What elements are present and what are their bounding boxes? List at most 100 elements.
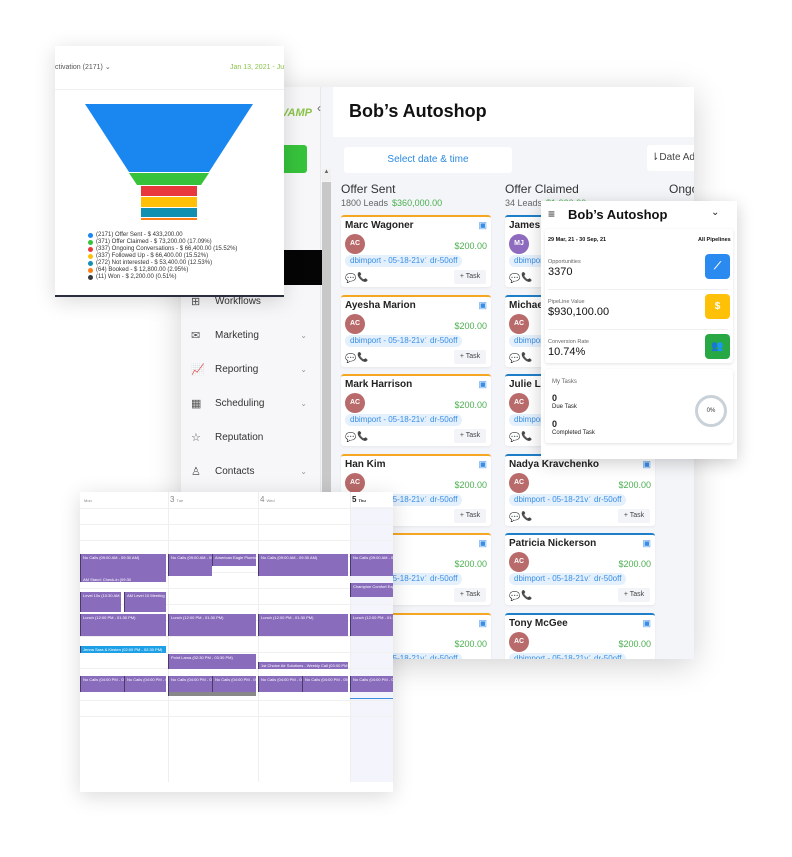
phone-icon[interactable]: 📞	[357, 272, 368, 283]
tag-chip[interactable]: dr-50off	[425, 334, 463, 347]
calendar-event[interactable]: AM Level 10 Meeting (10:30 AM - 12:00 PM…	[124, 592, 166, 612]
phone-icon[interactable]: 📞	[357, 431, 368, 442]
calendar-event[interactable]: Champion Comfort Experts - Weekly Call	[350, 583, 393, 597]
calendar-add-icon[interactable]: ▣	[642, 618, 651, 629]
add-task-button[interactable]: + Task	[454, 429, 486, 443]
tag-chip[interactable]: dbimport - 05-18-21v1	[345, 334, 434, 347]
chat-icon[interactable]: 💬	[509, 432, 520, 443]
calendar-event[interactable]: No Calls (04:00 PM - 05:00 PM)	[350, 676, 393, 692]
chat-icon[interactable]: 💬	[345, 432, 356, 443]
lead-card[interactable]: Nadya Kravchenko ▣ AC $200.00 dbimport - 05-…	[505, 453, 655, 526]
calendar-add-icon[interactable]: ▣	[642, 459, 651, 470]
calendar-add-icon[interactable]: ▣	[478, 538, 487, 549]
date-range[interactable]: 29 Mar, 21 - 30 Sep, 21	[548, 237, 606, 243]
tag-chip[interactable]: dbimport - 05-18-21v1	[509, 573, 598, 585]
calendar-event[interactable]: No Calls (09:00 AM - 09:30 AM)	[168, 554, 212, 576]
phone-icon[interactable]: 📞	[521, 352, 532, 363]
add-task-button[interactable]: + Task	[454, 270, 486, 284]
lead-name[interactable]: Marc Wagoner	[345, 220, 414, 231]
lead-name[interactable]: Patricia Nickerson	[509, 538, 596, 549]
sidebar-item-contacts[interactable]: ♙ Contacts ⌄	[189, 461, 319, 481]
chat-icon[interactable]: 💬	[345, 273, 356, 284]
tag-chip[interactable]: dr-50off	[425, 255, 463, 267]
phone-icon[interactable]: 📞	[521, 511, 532, 522]
lead-name[interactable]: Mark Harrison	[345, 379, 412, 390]
calendar-event[interactable]: American Eagle Plumbing (09:00 AM -	[212, 554, 256, 566]
lead-card[interactable]: Tony McGee ▣ AC $200.00 dbimport - 05-18-21v…	[505, 612, 655, 659]
sidebar-item-scheduling[interactable]: ▦ Scheduling ⌄	[189, 393, 319, 413]
scroll-up-arrow[interactable]: ▲	[322, 169, 331, 181]
day-header[interactable]: 3 Tue	[170, 495, 183, 504]
pipeline-select[interactable]: ctivation (2171) ⌄	[55, 63, 111, 71]
tag-chip[interactable]: dr-50off	[425, 493, 463, 506]
tag-chip[interactable]: dr-50off	[425, 652, 463, 659]
sidebar-item-reputation[interactable]: ☆ Reputation	[189, 427, 319, 447]
lead-name[interactable]: Ayesha Marion	[345, 300, 416, 311]
tag-chip[interactable]: dr-50off	[589, 573, 627, 585]
calendar-add-icon[interactable]: ▣	[478, 300, 487, 311]
phone-icon[interactable]: 📞	[521, 272, 532, 283]
tag-chip[interactable]: dbimport - 05-18-21v1	[509, 652, 598, 659]
calendar-event[interactable]: No Calls (04:00 PM - 05:00 PM)	[258, 676, 302, 692]
calendar-event[interactable]: No Calls (09:00 AM - 09:30 AM)	[80, 554, 166, 576]
lead-name[interactable]: Tony McGee	[509, 618, 568, 629]
lead-card[interactable]: Ayesha Marion ▣ AC $200.00 dbimport - 05-18-…	[341, 294, 491, 367]
tag-chip[interactable]: dbimport - 05-18-21v1	[345, 255, 434, 267]
tag-chip[interactable]: dr-50off	[425, 414, 463, 426]
calendar-event[interactable]: No Calls (04:00 PM - 05:00 PM)	[212, 676, 256, 692]
calendar-add-icon[interactable]: ▣	[478, 618, 487, 629]
calendar-add-icon[interactable]: ▣	[478, 379, 487, 390]
day-header[interactable]: 5 Thu	[352, 495, 366, 504]
chat-icon[interactable]: 💬	[509, 512, 520, 523]
calendar-event[interactable]: No Calls (09:00 AM - 09:30 AM)	[258, 554, 348, 576]
lead-name[interactable]: Han Kim	[345, 459, 386, 470]
calendar-event[interactable]: No Calls (04:00 PM - 05:00 PM)	[168, 676, 212, 692]
chat-icon[interactable]: 💬	[345, 353, 356, 364]
calendar-event[interactable]: Point Lama (02:30 PM - 03:30 PM)	[168, 654, 256, 669]
chevron-down-icon[interactable]: ⌄	[711, 207, 719, 218]
sidebar-item-marketing[interactable]: ✉ Marketing ⌄	[189, 325, 319, 345]
calendar-add-icon[interactable]: ▣	[642, 538, 651, 549]
tag-chip[interactable]: dbimport - 05-18-21v1	[509, 493, 598, 506]
pipeline-filter[interactable]: All Pipelines	[698, 237, 731, 243]
calendar-event[interactable]: No Calls (04:00 PM - 05:00 PM)	[302, 676, 348, 692]
tag-chip[interactable]: dr-50off	[589, 493, 627, 506]
tag-chip[interactable]: dbimport - 05-18-21v1	[345, 414, 434, 426]
calendar-event[interactable]: No Calls (04:00 PM - 05:00 PM)	[124, 676, 166, 692]
calendar-event[interactable]: Level 10s (10:30 AM - 12:00 PM)	[80, 592, 121, 612]
select-date-button[interactable]: Select date & time	[344, 147, 512, 173]
calendar-event[interactable]: Lunch (12:00 PM - 01:30 PM)	[80, 614, 166, 636]
calendar-event[interactable]: Lunch (12:00 PM - 01:30 PM)	[350, 614, 393, 636]
lead-card[interactable]: Marc Wagoner ▣ AC $200.00 dbimport - 05-18-2…	[341, 215, 491, 287]
calendar-event[interactable]: No Calls (09:00 AM - 09:30 AM)	[350, 554, 393, 576]
lead-name[interactable]: Nadya Kravchenko	[509, 459, 599, 470]
lead-card[interactable]: Patricia Nickerson ▣ AC $200.00 dbimport - 0…	[505, 533, 655, 605]
day-header[interactable]: Mon	[82, 495, 92, 504]
calendar-event[interactable]: Lunch (12:00 PM - 01:30 PM)	[258, 614, 348, 636]
tag-chip[interactable]: dr-50off	[425, 573, 463, 585]
calendar-event[interactable]: AM Stand: Check-in (09:30	[80, 576, 166, 582]
calendar-event[interactable]: 1st Choice Air Solutions - Weekly Call (…	[258, 662, 348, 669]
chat-icon[interactable]: 💬	[509, 273, 520, 284]
day-header[interactable]: 4 Wed	[260, 495, 275, 504]
tag-chip[interactable]: dr-50off	[589, 652, 627, 659]
date-range[interactable]: Jan 13, 2021 - Ju	[230, 64, 284, 71]
phone-icon[interactable]: 📞	[357, 352, 368, 363]
menu-icon[interactable]: ≡	[548, 207, 555, 221]
add-task-button[interactable]: + Task	[454, 349, 486, 364]
lead-card[interactable]: Mark Harrison ▣ AC $200.00 dbimport - 05-18-…	[341, 374, 491, 446]
add-task-button[interactable]: + Task	[618, 588, 650, 602]
chat-icon[interactable]: 💬	[509, 591, 520, 602]
calendar-add-icon[interactable]: ▣	[478, 459, 487, 470]
add-task-button[interactable]: + Task	[454, 508, 486, 523]
calendar-event[interactable]: Lunch (12:00 PM - 01:30 PM)	[168, 614, 256, 636]
chat-icon[interactable]: 💬	[509, 353, 520, 364]
phone-icon[interactable]: 📞	[521, 590, 532, 601]
sidebar-item-reporting[interactable]: 📈 Reporting ⌄	[189, 359, 319, 379]
phone-icon[interactable]: 📞	[521, 431, 532, 442]
calendar-add-icon[interactable]: ▣	[478, 220, 487, 231]
calendar-event[interactable]: Jenna Sara & Kirsten (02:00 PM - 02:30 P…	[80, 646, 166, 653]
sort-button[interactable]: ⇂Date Ad	[647, 145, 694, 171]
add-task-button[interactable]: + Task	[454, 588, 486, 602]
chevron-left-icon[interactable]: ‹	[317, 101, 321, 115]
